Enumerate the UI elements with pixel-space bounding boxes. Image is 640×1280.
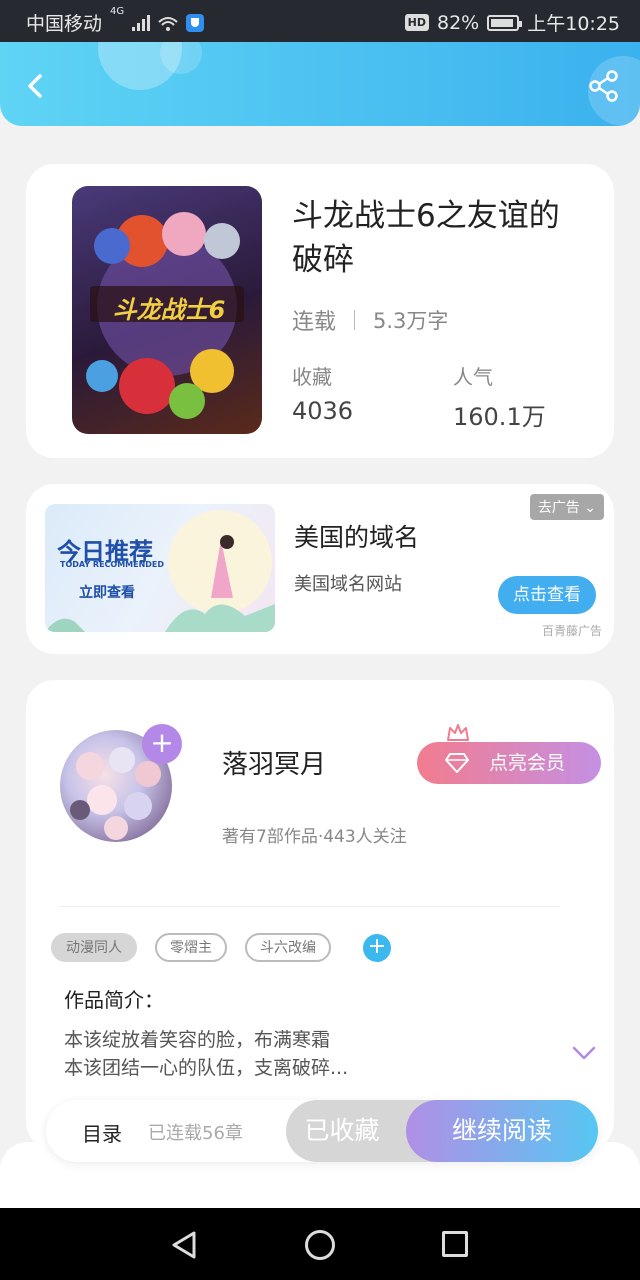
status-bar: 中国移动 4G HD 82% 上午10:25: [0, 0, 640, 42]
book-word-count: 5.3万字: [373, 309, 449, 333]
wifi-icon: [158, 15, 178, 31]
nav-back-icon[interactable]: [170, 1230, 198, 1260]
clock: 上午10:25: [527, 13, 620, 35]
favorites-label: 收藏: [292, 365, 332, 389]
share-icon: [589, 70, 618, 102]
ad-card[interactable]: 今日推荐 TODAY RECOMMENDED 立即查看 美国的域名 美国域名网站…: [26, 484, 614, 654]
security-shield-icon: [186, 13, 205, 32]
carrier-label: 中国移动: [26, 13, 103, 35]
favorited-label: 已收藏: [304, 1116, 380, 1145]
cover-title-text: 斗龙战士6: [112, 296, 226, 324]
vip-button-label: 点亮会员: [489, 752, 566, 774]
follow-author-button[interactable]: +: [142, 724, 182, 764]
remove-ad-button[interactable]: 去广告 ⌄: [529, 494, 604, 520]
nav-home-icon[interactable]: [305, 1230, 335, 1260]
hd-icon: HD: [404, 14, 429, 31]
remove-ad-label: 去广告: [537, 500, 580, 516]
continue-reading-button[interactable]: 继续阅读: [406, 1100, 598, 1162]
table-of-contents-button[interactable]: 目录: [82, 1118, 122, 1147]
ad-source-label: 百青藤广告: [541, 624, 602, 638]
chevron-left-icon: [28, 74, 42, 98]
ad-view-button[interactable]: 点击查看: [498, 576, 596, 614]
diamond-icon: [445, 753, 469, 773]
signal-icon: [132, 14, 151, 31]
intro-heading: 作品简介：: [64, 988, 164, 1012]
author-name[interactable]: 落羽冥月: [222, 744, 326, 781]
intro-text: 本该绽放着笑容的脸，布满寒霜 本该团结一心的队伍，支离破碎...: [64, 1026, 348, 1082]
share-button[interactable]: [586, 68, 622, 104]
book-info-card: 斗龙战士6 斗龙战士6之友谊的破碎 连载 5.3万字 收藏 4036 人气 16…: [26, 164, 614, 458]
battery-percent: 82%: [437, 11, 480, 34]
ad-description: 美国域名网站: [294, 574, 402, 595]
ad-image[interactable]: 今日推荐 TODAY RECOMMENDED 立即查看: [45, 504, 275, 632]
book-meta: 连载 5.3万字: [292, 304, 448, 336]
ad-title: 美国的域名: [294, 523, 420, 552]
section-divider: [60, 906, 560, 907]
author-card: + 落羽冥月 著有7部作品·443人关注 点亮会员 动漫同人 零熠主 斗六改编 …: [26, 680, 614, 1150]
chevron-down-icon: ⌄: [584, 500, 596, 516]
back-button[interactable]: [16, 66, 56, 106]
book-status: 连载: [292, 310, 337, 335]
network-type: 4G: [110, 5, 125, 17]
book-cover[interactable]: 斗龙战士6: [72, 186, 262, 434]
ad-illustration: [45, 510, 275, 632]
author-stats: 著有7部作品·443人关注: [222, 827, 407, 847]
tag-item[interactable]: 斗六改编: [245, 933, 331, 962]
battery-icon: [487, 14, 523, 31]
popularity-label: 人气: [453, 365, 493, 389]
book-title: 斗龙战士6之友谊的破碎: [292, 198, 560, 278]
intro-line: 本该绽放着笑容的脸，布满寒霜: [64, 1029, 331, 1051]
crown-icon: [447, 724, 469, 741]
tag-list: 动漫同人 零熠主 斗六改编 +: [51, 933, 391, 962]
tag-item[interactable]: 动漫同人: [51, 933, 137, 962]
vip-button[interactable]: 点亮会员: [417, 742, 601, 784]
meta-divider: [354, 310, 356, 330]
favorites-value: 4036: [292, 397, 354, 425]
bottom-action-bar: 目录 已连载56章 已收藏 继续阅读: [46, 1100, 598, 1162]
intro-line: 本该团结一心的队伍，支离破碎...: [64, 1057, 349, 1079]
add-tag-button[interactable]: +: [363, 933, 391, 962]
tag-item[interactable]: 零熠主: [155, 933, 227, 962]
top-header: [0, 42, 640, 126]
system-nav-bar: [0, 1208, 640, 1280]
chapter-count: 已连载56章: [148, 1123, 243, 1144]
nav-recents-icon[interactable]: [442, 1231, 468, 1257]
chevron-down-icon[interactable]: [572, 1046, 596, 1060]
popularity-value: 160.1万: [453, 403, 546, 431]
